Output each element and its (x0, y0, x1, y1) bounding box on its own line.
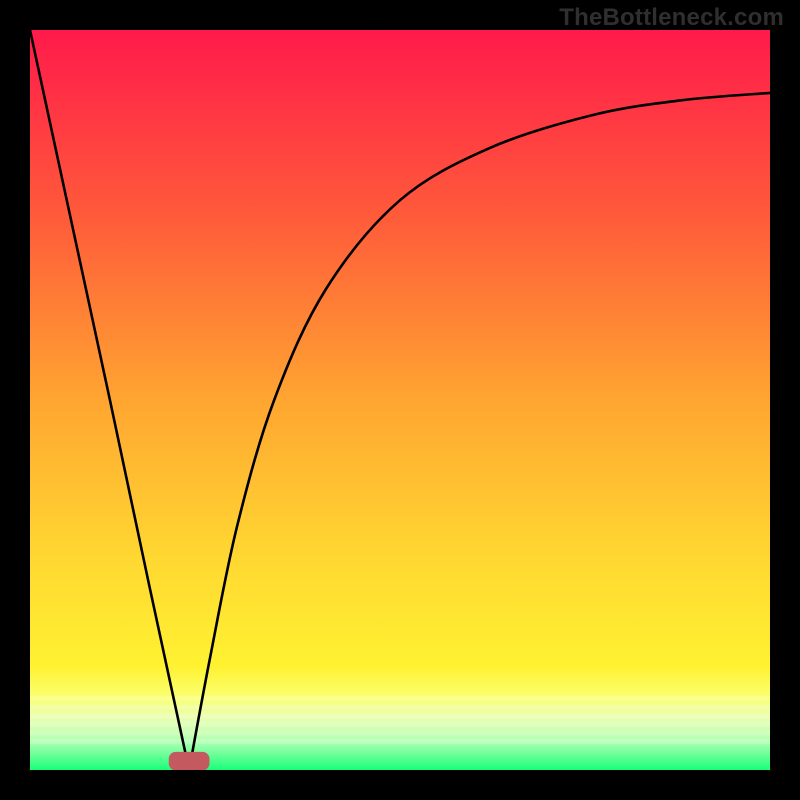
chart-frame: TheBottleneck.com (0, 0, 800, 800)
chart-svg (30, 30, 770, 770)
vertex-marker (169, 752, 210, 770)
gradient-background (30, 30, 770, 770)
watermark-text: TheBottleneck.com (559, 4, 784, 32)
border-left (0, 0, 30, 800)
border-right (770, 0, 800, 800)
border-bottom (0, 770, 800, 800)
